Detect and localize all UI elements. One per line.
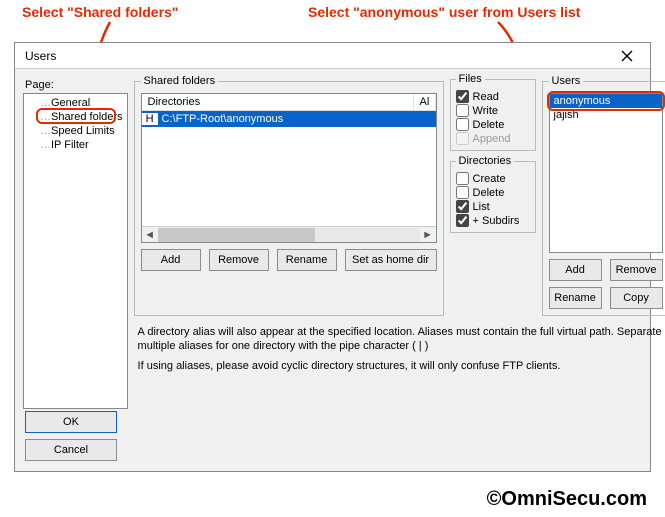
scroll-left-icon[interactable]: ◄ [142,229,158,241]
directory-path: C:\FTP-Root\anonymous [158,111,436,127]
close-icon [621,50,633,62]
horizontal-scrollbar[interactable]: ◄ ► [142,226,436,242]
checkbox-read[interactable] [456,90,469,103]
perm-dir-delete[interactable]: Delete [456,186,530,199]
directories-permissions-group: Directories Create Delete List + Subdirs [450,155,536,233]
page-tree[interactable]: General Shared folders Speed Limits IP F… [23,93,128,409]
col-directories[interactable]: Directories [142,94,414,110]
checkbox-list[interactable] [456,200,469,213]
perm-dir-create[interactable]: Create [456,172,530,185]
checkbox-delete[interactable] [456,118,469,131]
users-group: Users anonymous jajish Add Remove Rename… [542,75,665,316]
scroll-thumb[interactable] [158,228,315,242]
annotation-left: Select "Shared folders" [22,4,178,20]
directory-row[interactable]: H C:\FTP-Root\anonymous [142,111,436,127]
tree-item-general[interactable]: General [26,96,125,110]
users-list[interactable]: anonymous jajish [549,93,663,253]
cancel-button[interactable]: Cancel [25,439,117,461]
help-text-1: A directory alias will also appear at th… [138,326,665,354]
set-home-dir-button[interactable]: Set as home dir [345,249,437,271]
files-permissions-group: Files Read Write Delete Append [450,73,536,151]
perm-files-delete[interactable]: Delete [456,118,530,131]
perm-dir-list[interactable]: List [456,200,530,213]
perm-files-read[interactable]: Read [456,90,530,103]
tree-item-shared-folders[interactable]: Shared folders [26,110,125,124]
user-add-button[interactable]: Add [549,259,602,281]
titlebar: Users [15,43,650,69]
tree-item-ip-filter[interactable]: IP Filter [26,138,125,152]
annotation-right: Select "anonymous" user from Users list [308,4,580,20]
directories-legend: Directories [456,155,515,167]
user-copy-button[interactable]: Copy [610,287,663,309]
shared-folders-legend: Shared folders [141,75,219,87]
scroll-right-icon[interactable]: ► [420,229,436,241]
copyright-text: ©OmniSecu.com [487,488,647,511]
help-text-2: If using aliases, please avoid cyclic di… [138,360,665,374]
perm-files-append: Append [456,132,530,145]
directories-header: Directories Al [142,94,436,111]
users-legend: Users [549,75,584,87]
col-aliases[interactable]: Al [414,94,436,110]
user-rename-button[interactable]: Rename [549,287,602,309]
checkbox-dir-delete[interactable] [456,186,469,199]
user-remove-button[interactable]: Remove [610,259,663,281]
checkbox-create[interactable] [456,172,469,185]
ok-button[interactable]: OK [25,411,117,433]
shared-folders-group: Shared folders Directories Al H C:\FTP-R… [134,75,444,316]
dir-add-button[interactable]: Add [141,249,201,271]
close-button[interactable] [608,45,646,67]
checkbox-write[interactable] [456,104,469,117]
home-indicator: H [142,113,158,125]
checkbox-subdirs[interactable] [456,214,469,227]
perm-dir-subdirs[interactable]: + Subdirs [456,214,530,227]
user-row-jajish[interactable]: jajish [550,108,662,122]
users-dialog: Users Page: General Shared folders Speed… [14,42,651,472]
directories-list[interactable]: Directories Al H C:\FTP-Root\anonymous ◄… [141,93,437,243]
files-legend: Files [456,73,485,85]
dialog-title: Users [25,49,56,63]
user-row-anonymous[interactable]: anonymous [550,94,662,108]
tree-item-speed-limits[interactable]: Speed Limits [26,124,125,138]
dir-remove-button[interactable]: Remove [209,249,269,271]
page-label: Page: [25,79,128,91]
perm-files-write[interactable]: Write [456,104,530,117]
checkbox-append [456,132,469,145]
dir-rename-button[interactable]: Rename [277,249,337,271]
